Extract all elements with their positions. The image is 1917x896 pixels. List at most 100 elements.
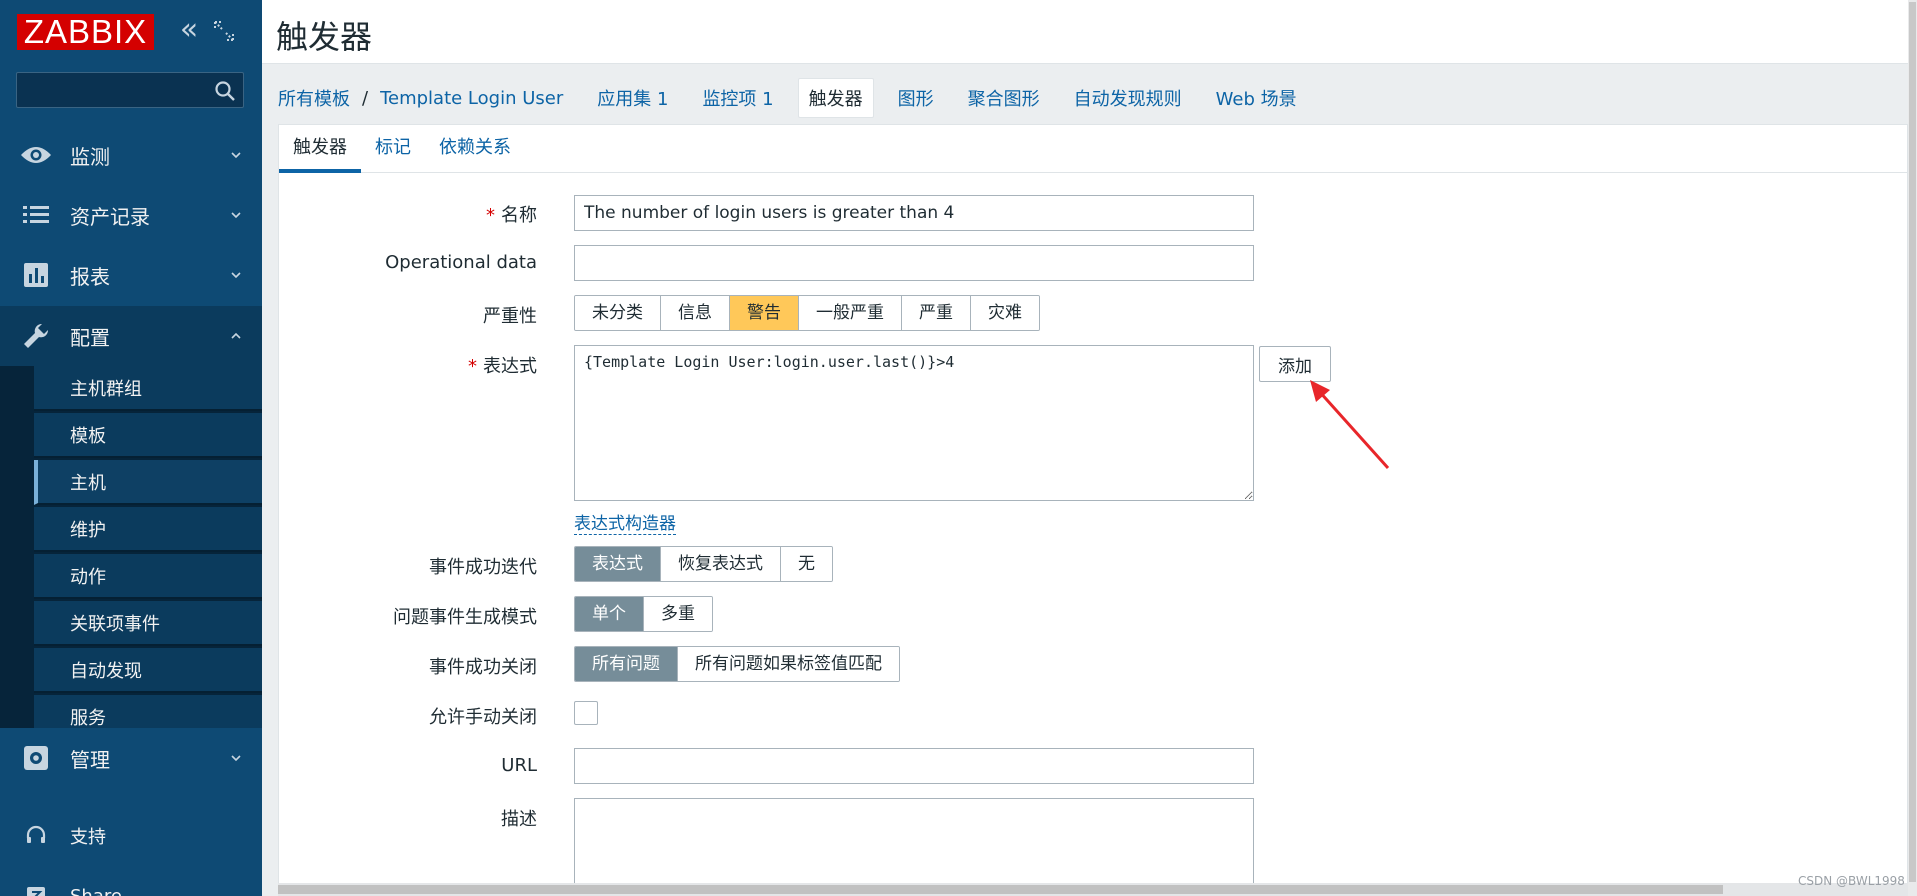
search-icon[interactable] <box>213 79 237 103</box>
submenu-templates[interactable]: 模板 <box>34 413 262 458</box>
severity-label: 严重性 <box>483 306 537 327</box>
chevron-down-icon <box>231 152 241 159</box>
submenu-label: 动作 <box>70 566 106 588</box>
trigger-form: 触发器 标记 依赖关系 *名称 Operational data 严重性 未分类… <box>278 124 1908 896</box>
menu-administration-label: 管理 <box>70 747 110 772</box>
form-tab-tags[interactable]: 标记 <box>361 125 425 173</box>
tab-web-scenarios[interactable]: Web 场景 <box>1206 79 1307 117</box>
collapse-sidebar-icon[interactable]: « <box>176 15 202 45</box>
expression-constructor-link[interactable]: 表达式构造器 <box>574 509 676 535</box>
horizontal-scrollbar[interactable] <box>278 883 1908 896</box>
name-field[interactable] <box>574 195 1254 231</box>
add-expression-button[interactable]: 添加 <box>1259 346 1331 382</box>
page-title: 触发器 <box>276 18 373 56</box>
breadcrumb-separator: / <box>362 87 369 109</box>
expression-label: * 表达式 <box>468 356 537 377</box>
chevron-down-icon <box>231 212 241 219</box>
form-tabs: 触发器 标记 依赖关系 <box>279 125 1907 173</box>
configuration-submenu: 主机群组 模板 主机 维护 动作 关联项事件 自动发现 服务 <box>0 366 262 740</box>
page-header: 触发器 <box>262 0 1908 64</box>
severity-warning[interactable]: 警告 <box>730 296 799 330</box>
menu-support[interactable]: 支持 <box>0 806 262 866</box>
sidebar-search-input[interactable] <box>17 73 207 107</box>
expression-field[interactable]: {Template Login User:login.user.last()}>… <box>574 345 1254 501</box>
menu-share-label: Share <box>70 885 122 896</box>
expression-label-text: 表达式 <box>483 356 537 377</box>
horizontal-scrollbar-thumb[interactable] <box>278 885 1723 894</box>
breadcrumb-all-templates[interactable]: 所有模板 <box>278 85 350 111</box>
breadcrumb: 所有模板 / Template Login User 应用集 1 监控项 1 触… <box>278 78 1321 118</box>
ok-event-expression[interactable]: 表达式 <box>575 547 661 581</box>
tab-screens[interactable]: 聚合图形 <box>958 79 1050 117</box>
submenu-maintenance[interactable]: 维护 <box>34 507 262 552</box>
menu-inventory-label: 资产记录 <box>70 204 150 229</box>
menu-configuration[interactable]: 配置 <box>0 306 262 366</box>
wrench-icon <box>18 318 54 354</box>
problem-mode-selector: 单个 多重 <box>574 596 713 632</box>
menu-administration[interactable]: 管理 <box>0 728 262 788</box>
submenu-label: 关联项事件 <box>70 613 160 635</box>
headset-icon <box>18 818 54 854</box>
menu-reports-label: 报表 <box>70 264 110 289</box>
menu-reports[interactable]: 报表 <box>0 245 262 305</box>
problem-mode-label: 问题事件生成模式 <box>393 607 537 628</box>
zabbix-logo[interactable]: ZABBIX <box>17 14 154 50</box>
chart-icon <box>18 257 54 293</box>
ok-close-tag-match[interactable]: 所有问题如果标签值匹配 <box>678 647 899 681</box>
submenu-event-correlation[interactable]: 关联项事件 <box>34 601 262 646</box>
submenu-actions[interactable]: 动作 <box>34 554 262 599</box>
url-field[interactable] <box>574 748 1254 784</box>
manual-close-checkbox[interactable] <box>574 701 598 725</box>
form-tab-dependencies[interactable]: 依赖关系 <box>425 125 525 173</box>
submenu-hosts[interactable]: 主机 <box>34 460 262 505</box>
gear-icon <box>18 740 54 776</box>
vertical-scrollbar[interactable] <box>1908 0 1917 896</box>
submenu-host-groups[interactable]: 主机群组 <box>34 366 262 411</box>
chevron-down-icon <box>231 272 241 279</box>
ok-close-label: 事件成功关闭 <box>429 657 537 678</box>
description-field[interactable] <box>574 798 1254 896</box>
url-label: URL <box>501 755 537 776</box>
breadcrumb-template[interactable]: Template Login User <box>380 88 563 109</box>
tab-graphs[interactable]: 图形 <box>888 79 944 117</box>
ok-event-label: 事件成功迭代 <box>429 557 537 578</box>
vertical-scrollbar-thumb[interactable] <box>1909 2 1916 882</box>
kiosk-mode-icon[interactable] <box>212 19 236 43</box>
chevron-up-icon <box>231 332 241 339</box>
share-icon <box>18 878 54 896</box>
submenu-label: 维护 <box>70 519 106 541</box>
tab-items[interactable]: 监控项 1 <box>692 79 783 117</box>
menu-share[interactable]: Share <box>0 866 262 896</box>
submenu-label: 模板 <box>70 425 106 447</box>
ok-close-selector: 所有问题 所有问题如果标签值匹配 <box>574 646 900 682</box>
manual-close-label: 允许手动关闭 <box>429 707 537 728</box>
menu-monitoring[interactable]: 监测 <box>0 125 262 185</box>
menu-inventory[interactable]: 资产记录 <box>0 185 262 245</box>
description-label: 描述 <box>501 809 537 830</box>
watermark: CSDN @BWL1998 <box>1798 874 1905 888</box>
list-icon <box>18 197 54 233</box>
ok-event-recovery-expression[interactable]: 恢复表达式 <box>661 547 781 581</box>
severity-selector: 未分类 信息 警告 一般严重 严重 灾难 <box>574 295 1040 331</box>
problem-mode-multiple[interactable]: 多重 <box>644 597 712 631</box>
opdata-field[interactable] <box>574 245 1254 281</box>
problem-mode-single[interactable]: 单个 <box>575 597 644 631</box>
ok-event-none[interactable]: 无 <box>781 547 832 581</box>
severity-not-classified[interactable]: 未分类 <box>575 296 661 330</box>
submenu-label: 服务 <box>70 707 106 729</box>
annotation-arrow-icon <box>1310 380 1390 470</box>
severity-high[interactable]: 严重 <box>902 296 971 330</box>
chevron-down-icon <box>231 755 241 762</box>
ok-close-all-problems[interactable]: 所有问题 <box>575 647 678 681</box>
tab-applications[interactable]: 应用集 1 <box>587 79 678 117</box>
submenu-discovery[interactable]: 自动发现 <box>34 648 262 693</box>
form-tab-trigger[interactable]: 触发器 <box>279 125 361 173</box>
severity-information[interactable]: 信息 <box>661 296 730 330</box>
submenu-label: 主机 <box>70 472 106 494</box>
severity-average[interactable]: 一般严重 <box>799 296 902 330</box>
name-label: * 名称 <box>486 205 537 226</box>
severity-disaster[interactable]: 灾难 <box>971 296 1039 330</box>
tab-discovery-rules[interactable]: 自动发现规则 <box>1064 79 1192 117</box>
tab-triggers[interactable]: 触发器 <box>797 78 874 118</box>
submenu-label: 主机群组 <box>70 378 142 400</box>
